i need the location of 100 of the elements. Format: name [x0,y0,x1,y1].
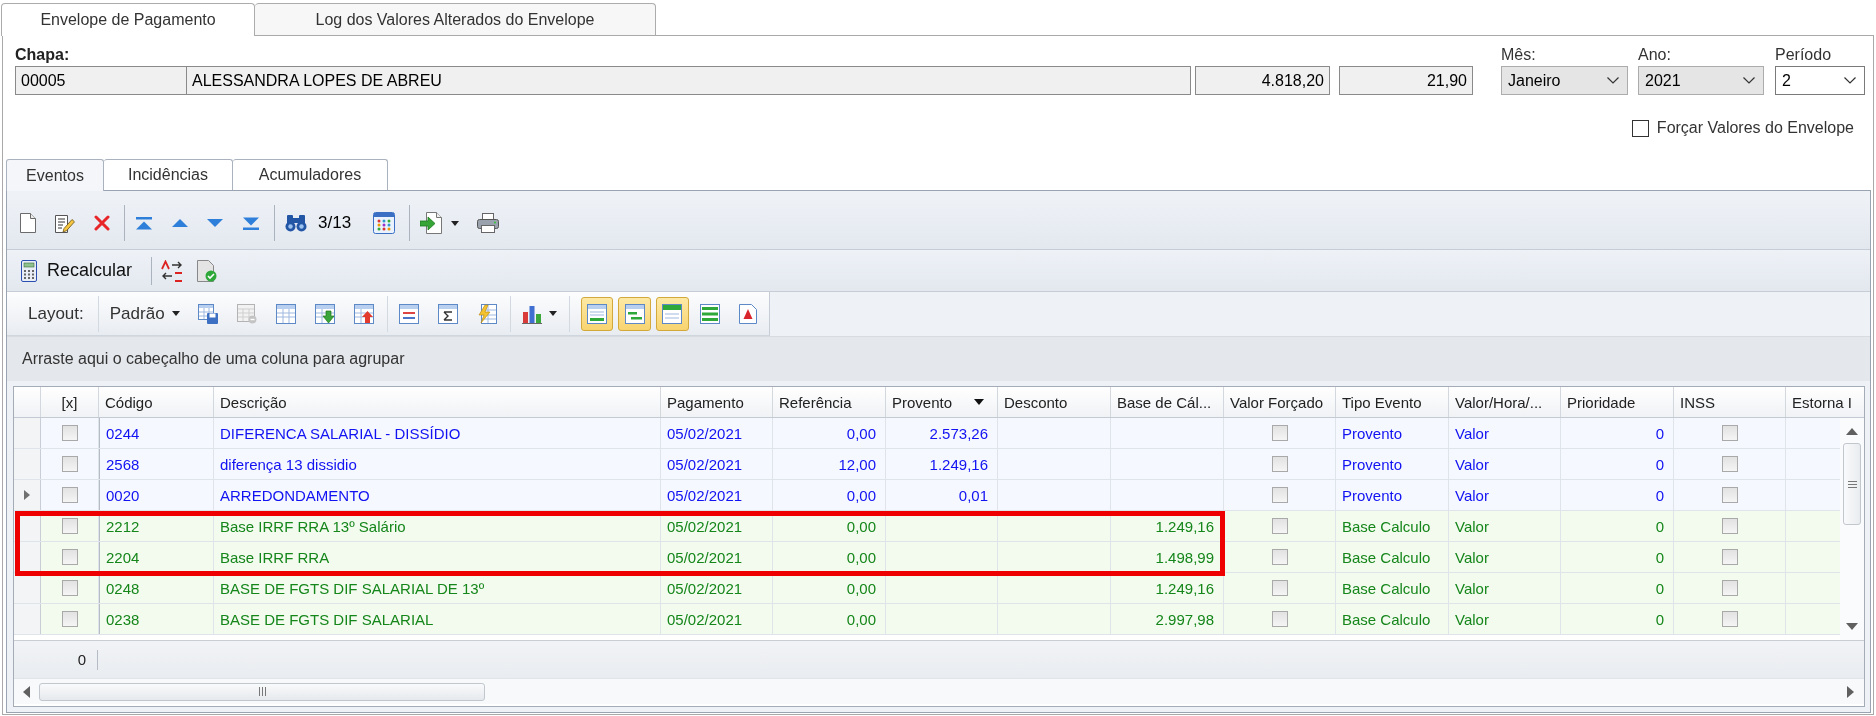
checkbox[interactable] [1631,119,1649,137]
checkbox[interactable] [1721,518,1738,534]
column-header[interactable]: INSS [1674,387,1786,417]
color-grid-icon[interactable] [373,212,396,234]
scroll-thumb[interactable] [39,682,485,701]
tab[interactable]: Acumuladores [233,159,388,190]
checkbox[interactable] [61,580,78,596]
layout-dropdown[interactable]: Padrão [109,303,180,324]
dropdown[interactable]: 2021 [1638,66,1764,95]
row-indicator-cell[interactable] [14,449,41,479]
table-row[interactable]: 2568 diferença 13 dissidio 05/02/2021 12,00 1.249,16 Provento Valor 0 [14,449,1840,480]
checkbox[interactable] [61,425,78,441]
checkbox[interactable] [1721,487,1738,503]
column-header[interactable]: Descrição [214,387,661,417]
caret-icon[interactable] [451,220,460,226]
view-toggle-button[interactable] [580,296,614,331]
table-arrow-down-icon[interactable] [314,303,335,324]
table-icon[interactable] [275,303,296,324]
table-sum-icon[interactable] [437,303,458,324]
input-field[interactable]: 21,90 [1339,66,1473,95]
table-rows-icon[interactable] [398,303,419,324]
checkbox[interactable] [1271,456,1288,472]
row-indicator-cell[interactable] [14,604,41,634]
checkbox[interactable] [1721,425,1738,441]
bar-chart-icon[interactable] [521,303,542,324]
view-toggle-button[interactable] [618,296,651,331]
checkbox[interactable] [61,518,78,534]
column-header[interactable]: Base de Cál... [1111,387,1224,417]
document-arrow-icon[interactable] [420,212,445,234]
checkbox-label[interactable]: Forçar Valores do Envelope [1656,119,1854,137]
dropdown[interactable]: 2 [1775,66,1865,95]
table-arrow-up-icon[interactable] [353,303,374,324]
table-row[interactable]: 0020 ARREDONDAMENTO 05/02/2021 0,00 0,01 Provento Valor 0 [14,480,1840,511]
vertical-scrollbar[interactable] [1840,418,1864,640]
horizontal-scrollbar[interactable] [14,678,1864,704]
table-cell: 05/02/2021 [661,449,773,479]
binoculars-icon[interactable] [285,214,307,232]
table-row[interactable]: 0244 DIFERENCA SALARIAL - DISSÍDIO 05/02/2021 0,00 2.573,26 Provento Valor 0 [14,418,1840,449]
checkbox[interactable] [61,456,78,472]
sort-icon[interactable] [161,259,184,282]
triangle-down-icon[interactable] [207,219,223,227]
arrow-to-top-icon[interactable] [135,216,153,230]
tab[interactable]: Incidências [104,159,233,190]
dropdown[interactable]: Janeiro [1501,66,1628,95]
delete-icon[interactable] [94,215,110,231]
column-header[interactable]: Estorna I [1786,387,1864,417]
arrow-to-bottom-icon[interactable] [242,216,260,230]
checkbox[interactable] [1271,518,1288,534]
checkbox[interactable] [1721,456,1738,472]
filter-caret-icon[interactable] [974,399,984,405]
scroll-down-icon[interactable] [1846,623,1858,630]
row-indicator-cell[interactable] [14,418,41,448]
table-row[interactable]: 0248 BASE DE FGTS DIF SALARIAL DE 13º 05/02/2021 0,00 1.249,16 Base Calculo Valor 0 [14,573,1840,604]
checkbox[interactable] [61,549,78,565]
checkbox[interactable] [1271,549,1288,565]
table-row[interactable]: 2204 Base IRRF RRA 05/02/2021 0,00 1.498,99 Base Calculo Valor 0 [14,542,1840,573]
column-header[interactable]: Desconto [998,387,1111,417]
printer-icon[interactable] [477,213,500,233]
triangle-up-icon[interactable] [172,219,188,227]
column-header[interactable]: Valor Forçado [1224,387,1336,417]
column-header[interactable]: Código [99,387,214,417]
checkbox[interactable] [1721,549,1738,565]
tab[interactable]: Eventos [6,159,104,191]
document-pencil-icon[interactable] [55,213,75,233]
table-row[interactable]: 0238 BASE DE FGTS DIF SALARIAL 05/02/2021 0,00 2.997,98 Base Calculo Valor 0 [14,604,1840,635]
checkbox[interactable] [61,487,78,503]
column-header[interactable]: Referência [773,387,886,417]
input-field[interactable]: 4.818,20 [1195,66,1330,95]
checkbox[interactable] [1271,580,1288,596]
scroll-right-icon[interactable] [1847,685,1854,698]
caret-icon[interactable] [548,311,557,316]
recalculate-button[interactable]: Recalcular [21,259,133,282]
tab[interactable]: Log dos Valores Alterados do Envelope [255,3,656,35]
row-indicator-cell[interactable] [14,480,41,510]
scroll-up-icon[interactable] [1846,428,1858,435]
column-header[interactable]: Provento [886,387,998,417]
column-header[interactable]: Tipo Evento [1336,387,1449,417]
column-header[interactable]: Valor/Hora/... [1449,387,1561,417]
column-header[interactable]: Pagamento [661,387,773,417]
table-cell: 05/02/2021 [661,511,773,541]
column-header[interactable]: [x] [41,387,99,417]
tab[interactable]: Envelope de Pagamento [1,3,255,36]
table-disk-icon[interactable] [197,303,218,324]
view-toggle-button[interactable] [655,296,689,331]
checkbox[interactable] [61,611,78,627]
checkbox[interactable] [1271,487,1288,503]
document-check-icon[interactable] [197,259,218,282]
checkbox[interactable] [1721,611,1738,627]
document-icon[interactable] [20,213,36,233]
table-cell: 0 [1561,449,1674,479]
scroll-thumb[interactable] [1843,443,1861,525]
checkbox[interactable] [1271,611,1288,627]
column-header[interactable]: Prioridade [1561,387,1674,417]
table-lightning-icon[interactable] [476,303,497,324]
input-field[interactable]: ALESSANDRA LOPES DE ABREU [187,66,1191,95]
scroll-left-icon[interactable] [23,685,30,698]
input-field[interactable]: 00005 [15,66,187,95]
checkbox[interactable] [1721,580,1738,596]
checkbox[interactable] [1271,425,1288,441]
table-icon[interactable] [236,303,257,324]
